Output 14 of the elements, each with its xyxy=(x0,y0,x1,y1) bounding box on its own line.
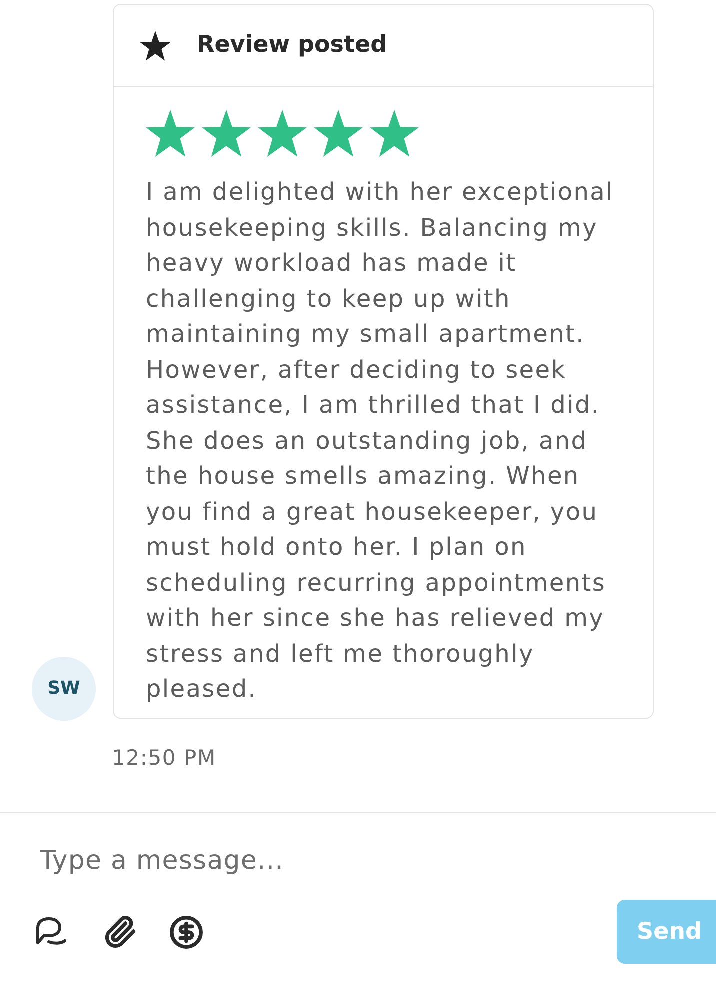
review-text: I am delighted with her exceptional housekeeping skills. Balancing my heavy workload has made it challenging to keep up with maintaining my small apartment. However, after deciding to seek assistance, I am thrilled that I did. She does an outstanding job, and the house smells amazing. When you find a great housekeeper, you must hold onto her. I plan on scheduling recurring appointments with her since she has relieved my stress and left me thoroughly pleased. xyxy=(146,177,615,705)
star-icon xyxy=(140,30,171,60)
rating-star-icon xyxy=(370,110,419,157)
rating-star-icon xyxy=(146,110,195,157)
rating-star-icon xyxy=(202,110,251,157)
chat-bubble-icon[interactable] xyxy=(35,917,67,947)
rating-star-icon xyxy=(314,110,363,157)
rating-star-icon xyxy=(258,110,307,157)
card-title: Review posted xyxy=(197,31,388,60)
dollar-icon[interactable] xyxy=(169,914,204,950)
message-input[interactable]: Type a message... xyxy=(40,842,600,880)
avatar: SW xyxy=(32,656,96,720)
timestamp: 12:50 PM xyxy=(112,746,216,770)
paperclip-icon[interactable] xyxy=(103,915,137,949)
